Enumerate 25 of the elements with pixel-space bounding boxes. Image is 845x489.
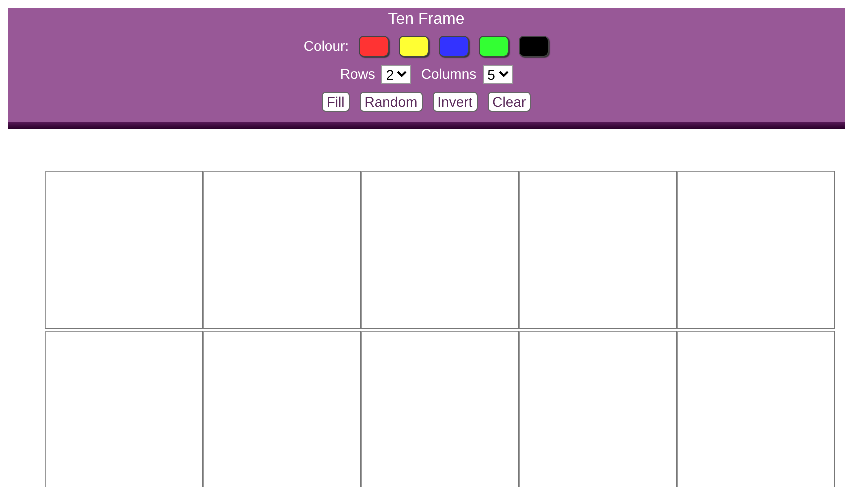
- rows-label: Rows: [340, 66, 376, 82]
- frame-cell[interactable]: [677, 331, 835, 487]
- colour-label: Colour:: [304, 38, 350, 54]
- colour-swatch[interactable]: [399, 36, 430, 56]
- colour-swatch[interactable]: [359, 36, 390, 56]
- action-button[interactable]: Invert: [432, 92, 478, 112]
- action-button[interactable]: Clear: [488, 92, 532, 112]
- frame-cell[interactable]: [677, 171, 835, 329]
- frame-cell[interactable]: [519, 331, 677, 487]
- frame-cell[interactable]: [45, 171, 203, 329]
- columns-select[interactable]: 5: [482, 64, 513, 84]
- page-title: Ten Frame: [388, 10, 465, 30]
- frame-cell[interactable]: [361, 331, 519, 487]
- rows-select[interactable]: 2: [381, 64, 412, 84]
- frame-cell[interactable]: [203, 171, 361, 329]
- action-button[interactable]: Fill: [322, 92, 350, 112]
- colour-swatch[interactable]: [439, 36, 470, 56]
- columns-label: Columns: [421, 66, 477, 82]
- colour-swatch[interactable]: [519, 36, 550, 56]
- frame-cell[interactable]: [361, 171, 519, 329]
- frame-cell[interactable]: [45, 331, 203, 487]
- frame-cell[interactable]: [203, 331, 361, 487]
- frame-cell[interactable]: [519, 171, 677, 329]
- colour-swatch[interactable]: [479, 36, 510, 56]
- action-button[interactable]: Random: [360, 92, 423, 112]
